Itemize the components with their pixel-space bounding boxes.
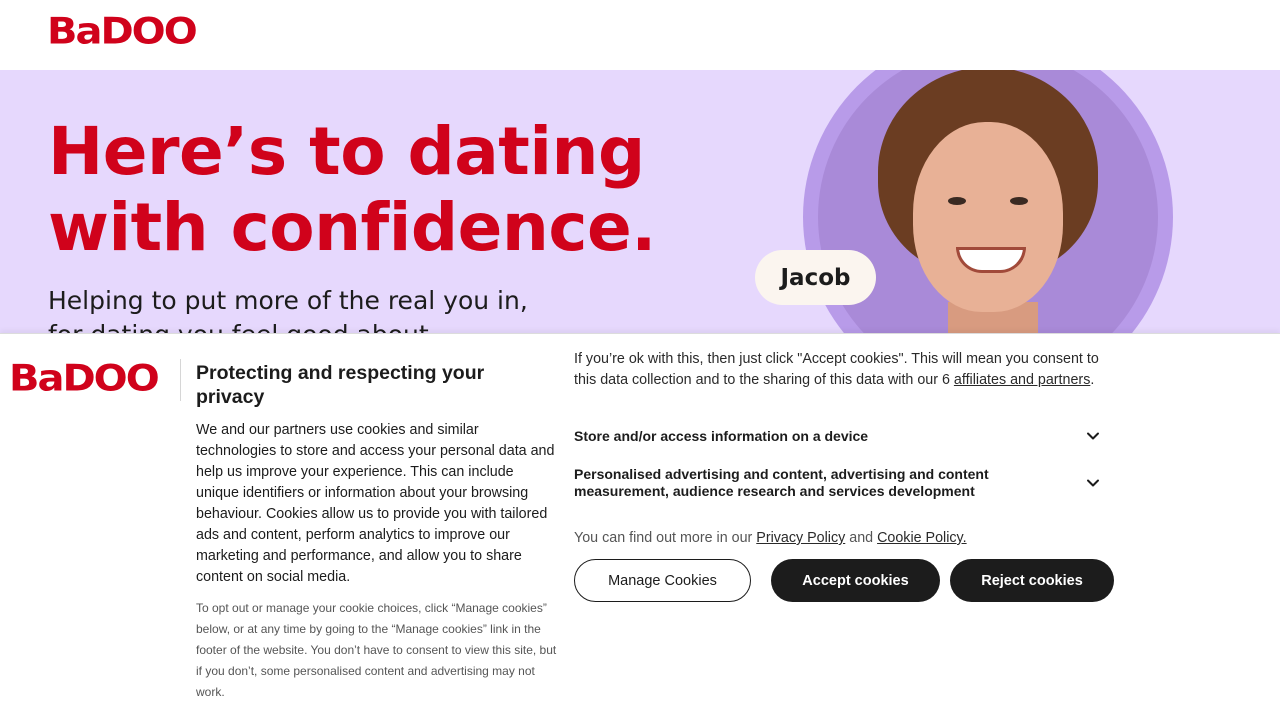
banner-divider	[180, 359, 181, 401]
purpose-label: Personalised advertising and content, ad…	[574, 466, 989, 499]
photo-face	[913, 122, 1063, 312]
hero-section: Here’s to dating with confidence. Helpin…	[0, 70, 1280, 333]
cookie-consent-banner: BaDOO Protecting and respecting your pri…	[0, 333, 1280, 720]
purpose-personalised-ads-toggle[interactable]: Personalised advertising and content, ad…	[574, 466, 1114, 500]
hero-title: Here’s to dating with confidence.	[48, 114, 768, 266]
hero-title-line-1: Here’s to dating	[48, 113, 645, 190]
manage-cookies-button[interactable]: Manage Cookies	[574, 559, 751, 602]
cookie-banner-title: Protecting and respecting your privacy	[196, 362, 485, 408]
hero-subtitle-line-1: Helping to put more of the real you in,	[48, 286, 528, 315]
badoo-logo[interactable]: BaDOO	[47, 13, 198, 50]
hero-subtitle-line-2: for dating you feel good about.	[48, 320, 437, 333]
purpose-store-access-toggle[interactable]: Store and/or access information on a dev…	[574, 426, 1114, 446]
cookie-banner-description: We and our partners use cookies and simi…	[196, 422, 555, 585]
banner-badoo-logo: BaDOO	[9, 357, 160, 400]
policy-links-text: You can find out more in our Privacy Pol…	[574, 528, 1114, 549]
consent-intro: If you’re ok with this, then just click …	[574, 349, 1119, 391]
site-header: BaDOO	[0, 0, 1280, 70]
photo-eye-left	[948, 197, 966, 205]
profile-name-pill: Jacob	[755, 250, 876, 305]
chevron-down-icon[interactable]	[1086, 476, 1100, 490]
affiliates-partners-link[interactable]: affiliates and partners	[954, 372, 1090, 388]
policy-prefix: You can find out more in our	[574, 530, 757, 546]
accept-cookies-button[interactable]: Accept cookies	[771, 559, 940, 602]
cookie-opt-out-note: To opt out or manage your cookie choices…	[196, 601, 557, 699]
purpose-label: Store and/or access information on a dev…	[574, 427, 869, 444]
hero-subtitle: Helping to put more of the real you in, …	[48, 284, 668, 333]
hero-title-line-2: with confidence.	[48, 189, 656, 266]
photo-eye-right	[1010, 197, 1028, 205]
cookie-policy-link[interactable]: Cookie Policy.	[877, 530, 967, 546]
policy-and: and	[845, 530, 878, 546]
reject-cookies-button[interactable]: Reject cookies	[950, 559, 1114, 602]
consent-intro-end: .	[1090, 372, 1095, 388]
privacy-policy-link[interactable]: Privacy Policy	[756, 530, 845, 546]
chevron-down-icon[interactable]	[1086, 429, 1100, 443]
